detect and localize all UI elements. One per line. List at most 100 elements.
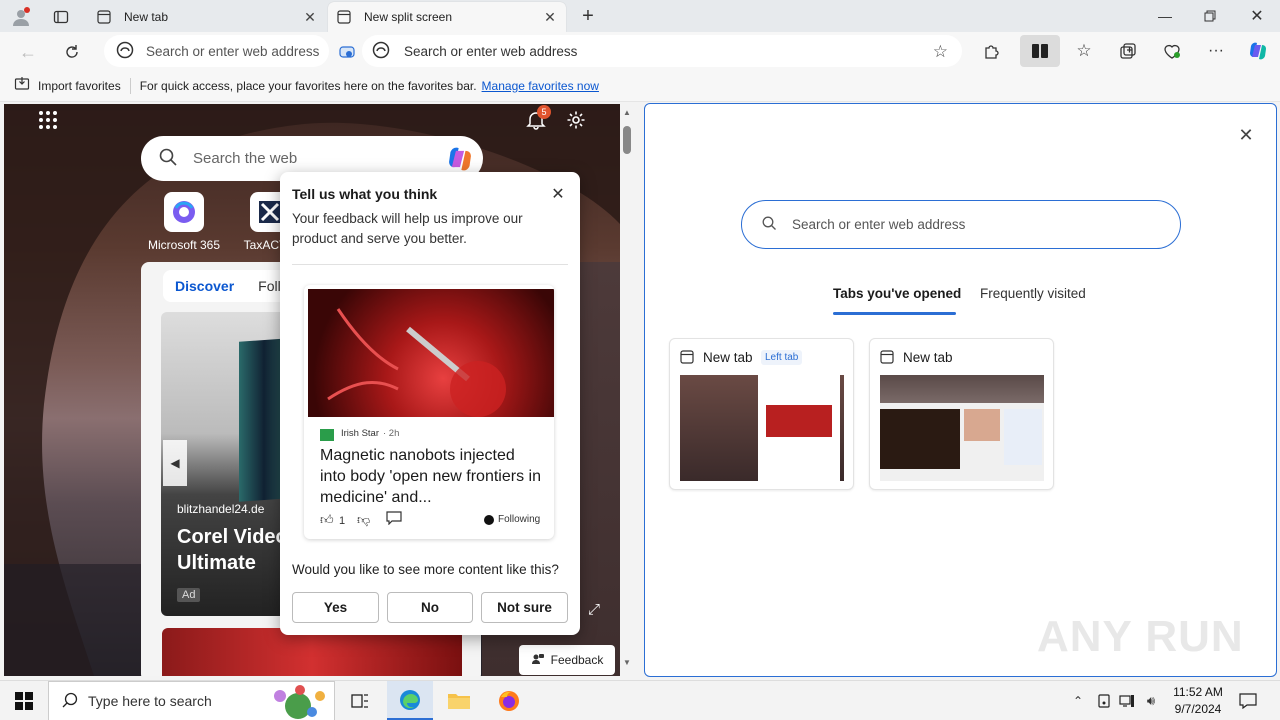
tab-thumbnail bbox=[680, 375, 844, 481]
volume-icon[interactable]: 🔊︎ bbox=[1141, 691, 1161, 711]
split-link-icon[interactable] bbox=[335, 40, 359, 64]
search-icon bbox=[62, 692, 78, 711]
close-icon[interactable]: ✕ bbox=[302, 9, 318, 25]
not-sure-button[interactable]: Not sure bbox=[481, 592, 568, 623]
profile-icon[interactable] bbox=[10, 6, 32, 28]
windows-start-icon[interactable] bbox=[0, 681, 48, 720]
refresh-icon[interactable] bbox=[60, 40, 84, 64]
address-bar-right[interactable]: Search or enter web address ☆ bbox=[362, 35, 962, 67]
article-image bbox=[308, 289, 554, 417]
ad-source: blitzhandel24.de bbox=[177, 502, 265, 516]
left-tab-badge: Left tab bbox=[761, 350, 803, 365]
split-search-box[interactable]: Search or enter web address bbox=[741, 200, 1181, 249]
popup-subtitle: Your feedback will help us improve our p… bbox=[292, 211, 523, 246]
following-check-icon bbox=[484, 515, 494, 525]
yes-button[interactable]: Yes bbox=[292, 592, 379, 623]
quicklink-microsoft-365[interactable]: Microsoft 365 bbox=[144, 192, 224, 252]
feedback-button[interactable]: Feedback bbox=[519, 645, 615, 675]
notification-center-icon[interactable] bbox=[1236, 689, 1260, 713]
like-count: 1 bbox=[339, 515, 346, 527]
article-source: Irish Star bbox=[341, 428, 380, 439]
more-options-icon[interactable]: ··· bbox=[1204, 39, 1228, 63]
like-icon[interactable]: 👍︎ bbox=[320, 512, 334, 528]
ad-badge: Ad bbox=[177, 588, 201, 602]
apps-grid-icon[interactable] bbox=[36, 108, 60, 132]
no-button[interactable]: No bbox=[387, 592, 473, 623]
quicklink-label: Microsoft 365 bbox=[147, 238, 221, 252]
scrollbar-thumb[interactable] bbox=[623, 126, 631, 154]
thumbnail-image bbox=[766, 405, 832, 437]
favorites-hint: For quick access, place your favorites h… bbox=[139, 78, 477, 93]
restore-button[interactable] bbox=[1190, 0, 1230, 32]
back-icon[interactable]: ← bbox=[16, 40, 40, 64]
close-icon[interactable]: ✕ bbox=[542, 9, 558, 25]
copilot-icon[interactable] bbox=[1245, 38, 1271, 64]
extensions-icon[interactable] bbox=[980, 39, 1004, 63]
new-tab-button[interactable]: + bbox=[576, 4, 600, 28]
collections-icon[interactable] bbox=[1116, 39, 1140, 63]
scroll-down-arrow[interactable]: ▼ bbox=[623, 658, 631, 667]
tab-title: New tab bbox=[124, 10, 169, 24]
thumbnail-header bbox=[880, 375, 1044, 403]
tab-tabs-youve-opened[interactable]: Tabs you've opened bbox=[833, 286, 961, 301]
task-view-icon[interactable] bbox=[340, 681, 380, 720]
tab-title: New split screen bbox=[364, 10, 453, 24]
divider bbox=[129, 77, 131, 94]
close-window-button[interactable]: ✕ bbox=[1236, 0, 1278, 32]
network-icon[interactable] bbox=[1117, 691, 1137, 711]
edge-taskbar-icon[interactable] bbox=[387, 681, 433, 720]
device-icon[interactable] bbox=[1094, 691, 1114, 711]
source-logo-icon bbox=[320, 429, 334, 441]
notification-count-badge: 5 bbox=[537, 105, 551, 119]
close-icon[interactable]: ✕ bbox=[548, 184, 568, 204]
favorites-icon[interactable]: ☆ bbox=[1072, 39, 1096, 63]
firefox-icon[interactable] bbox=[486, 681, 532, 720]
tab-new-split-screen[interactable]: New split screen ✕ bbox=[328, 2, 566, 32]
favorite-star-icon[interactable]: ☆ bbox=[933, 42, 948, 62]
carousel-prev-button[interactable]: ◀ bbox=[163, 440, 187, 486]
opened-tab-card[interactable]: New tab Left tab bbox=[669, 338, 854, 490]
search-icon bbox=[762, 216, 776, 233]
feedback-label: Feedback bbox=[550, 653, 604, 667]
clock-time[interactable]: 11:52 AM bbox=[1168, 685, 1228, 699]
dislike-icon[interactable]: 👎︎ bbox=[357, 512, 370, 528]
taskbar-search-box[interactable]: Type here to search bbox=[48, 681, 335, 720]
thumbnail-popup bbox=[758, 375, 840, 481]
feedback-popup: Tell us what you think ✕ Your feedback w… bbox=[280, 172, 580, 635]
tab-actions-icon[interactable] bbox=[50, 6, 72, 28]
import-favorites-button[interactable]: Import favorites bbox=[38, 79, 121, 93]
show-hidden-icons-chevron[interactable]: ⌃ bbox=[1068, 691, 1088, 711]
tab-thumbnail bbox=[880, 375, 1044, 481]
minimize-button[interactable]: — bbox=[1145, 0, 1185, 32]
article-card[interactable]: Irish Star · 2h Magnetic nanobots inject… bbox=[304, 285, 554, 539]
clock-date[interactable]: 9/7/2024 bbox=[1168, 702, 1228, 716]
browser-essentials-icon[interactable] bbox=[1160, 39, 1184, 63]
opened-tab-card[interactable]: New tab bbox=[869, 338, 1054, 490]
search-icon bbox=[159, 148, 177, 170]
yes-label: Yes bbox=[323, 600, 348, 615]
left-pane-scrollbar[interactable]: ▲ ▼ bbox=[620, 104, 634, 676]
file-explorer-icon[interactable] bbox=[436, 681, 482, 720]
ad-title-line2: Ultimate bbox=[177, 552, 256, 574]
article-headline[interactable]: Magnetic nanobots injected into body 'op… bbox=[320, 445, 542, 508]
following-label[interactable]: Following bbox=[498, 514, 540, 525]
split-screen-icon bbox=[336, 9, 352, 25]
tab-frequently-visited[interactable]: Frequently visited bbox=[980, 286, 1086, 301]
tab-discover[interactable]: Discover bbox=[175, 278, 234, 294]
card-title: New tab bbox=[703, 350, 753, 365]
expand-icon[interactable]: ⤢ bbox=[584, 599, 604, 619]
thumbnail-person-image bbox=[964, 409, 1000, 441]
split-screen-icon[interactable] bbox=[1020, 35, 1060, 67]
settings-gear-icon[interactable] bbox=[564, 108, 588, 132]
address-bar-left[interactable]: Search or enter web address bbox=[104, 35, 329, 67]
divider bbox=[292, 264, 568, 265]
tab-label: Frequently visited bbox=[980, 286, 1086, 301]
taskbar-search-placeholder: Type here to search bbox=[88, 693, 212, 709]
active-tab-underline bbox=[833, 312, 956, 315]
manage-favorites-link[interactable]: Manage favorites now bbox=[482, 79, 599, 93]
scroll-up-arrow[interactable]: ▲ bbox=[623, 108, 631, 117]
close-split-icon[interactable]: ✕ bbox=[1235, 124, 1257, 146]
tab-new-tab[interactable]: New tab ✕ bbox=[88, 2, 326, 32]
toolbar: ← Search or enter web address Search or … bbox=[0, 32, 1280, 70]
comment-icon[interactable] bbox=[386, 511, 402, 528]
